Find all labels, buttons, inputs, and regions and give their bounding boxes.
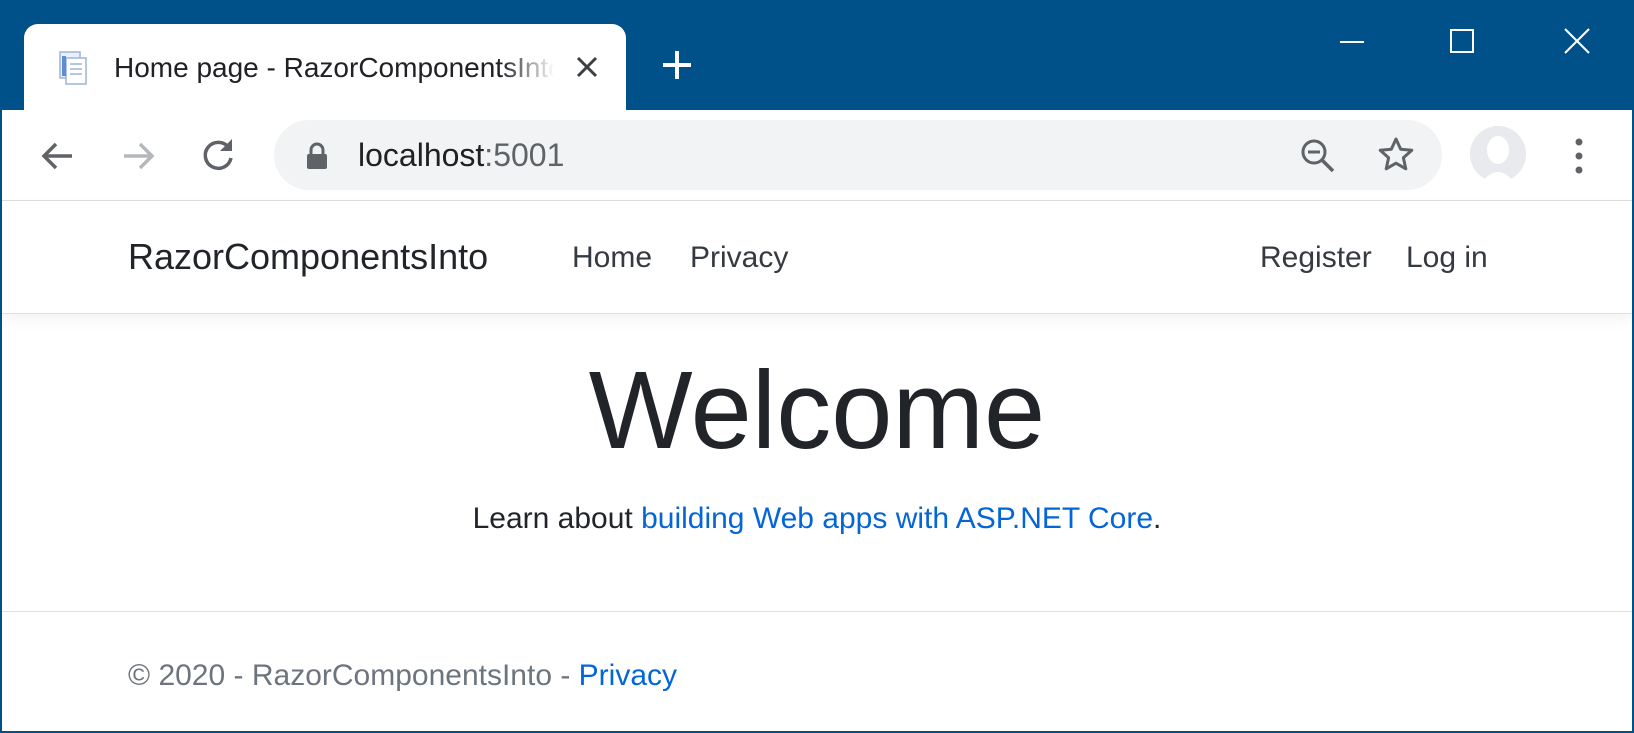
back-arrow-icon[interactable] <box>36 134 80 178</box>
title-bar: Home page - RazorComponentsInto <box>2 2 1632 110</box>
aspnet-docs-link[interactable]: building Web apps with ASP.NET Core <box>641 502 1153 535</box>
browser-toolbar: localhost:5001 <box>2 110 1632 201</box>
url-port: :5001 <box>484 137 565 173</box>
nav-privacy-link[interactable]: Privacy <box>690 238 788 278</box>
url-host: localhost <box>358 137 485 173</box>
browser-tab[interactable]: Home page - RazorComponentsInto <box>24 24 626 110</box>
footer-text: © 2020 - RazorComponentsInto - Privacy <box>128 656 677 696</box>
window-close-icon[interactable] <box>1557 24 1597 60</box>
profile-person-icon <box>1470 126 1526 182</box>
minimize-icon[interactable] <box>1332 24 1372 60</box>
tab-title: Home page - RazorComponentsInto <box>114 52 554 83</box>
site-brand-link[interactable]: RazorComponentsInto <box>128 235 488 279</box>
nav-register-link[interactable]: Register <box>1260 238 1372 278</box>
footer-privacy-link[interactable]: Privacy <box>579 659 677 692</box>
reload-icon[interactable] <box>196 134 240 178</box>
lead-prefix: Learn about <box>472 502 642 535</box>
site-navbar: RazorComponentsInto Home Privacy Registe… <box>2 201 1632 314</box>
address-bar[interactable]: localhost:5001 <box>274 120 1442 190</box>
bookmark-star-icon[interactable] <box>1376 135 1416 175</box>
nav-home-link[interactable]: Home <box>572 238 652 278</box>
welcome-heading: Welcome <box>588 349 1046 472</box>
zoom-out-icon[interactable] <box>1298 136 1338 176</box>
lead-suffix: . <box>1153 502 1162 535</box>
tab-close-icon[interactable] <box>572 52 602 82</box>
site-footer: © 2020 - RazorComponentsInto - Privacy <box>2 611 1632 732</box>
browser-window: Home page - RazorComponentsInto localhos… <box>0 0 1634 733</box>
kebab-menu-icon[interactable] <box>1564 134 1594 178</box>
footer-copyright: © 2020 - RazorComponentsInto - <box>128 659 579 692</box>
lead-paragraph: Learn about building Web apps with ASP.N… <box>2 499 1632 539</box>
forward-arrow-icon[interactable] <box>116 134 160 178</box>
url-text[interactable]: localhost:5001 <box>358 134 564 176</box>
web-page: RazorComponentsInto Home Privacy Registe… <box>2 201 1632 731</box>
new-tab-plus-icon[interactable] <box>660 48 694 82</box>
profile-avatar[interactable] <box>1470 126 1526 182</box>
maximize-icon[interactable] <box>1442 24 1482 60</box>
page-favicon-icon <box>59 51 87 85</box>
nav-login-link[interactable]: Log in <box>1406 238 1488 278</box>
lock-icon[interactable] <box>304 142 330 170</box>
